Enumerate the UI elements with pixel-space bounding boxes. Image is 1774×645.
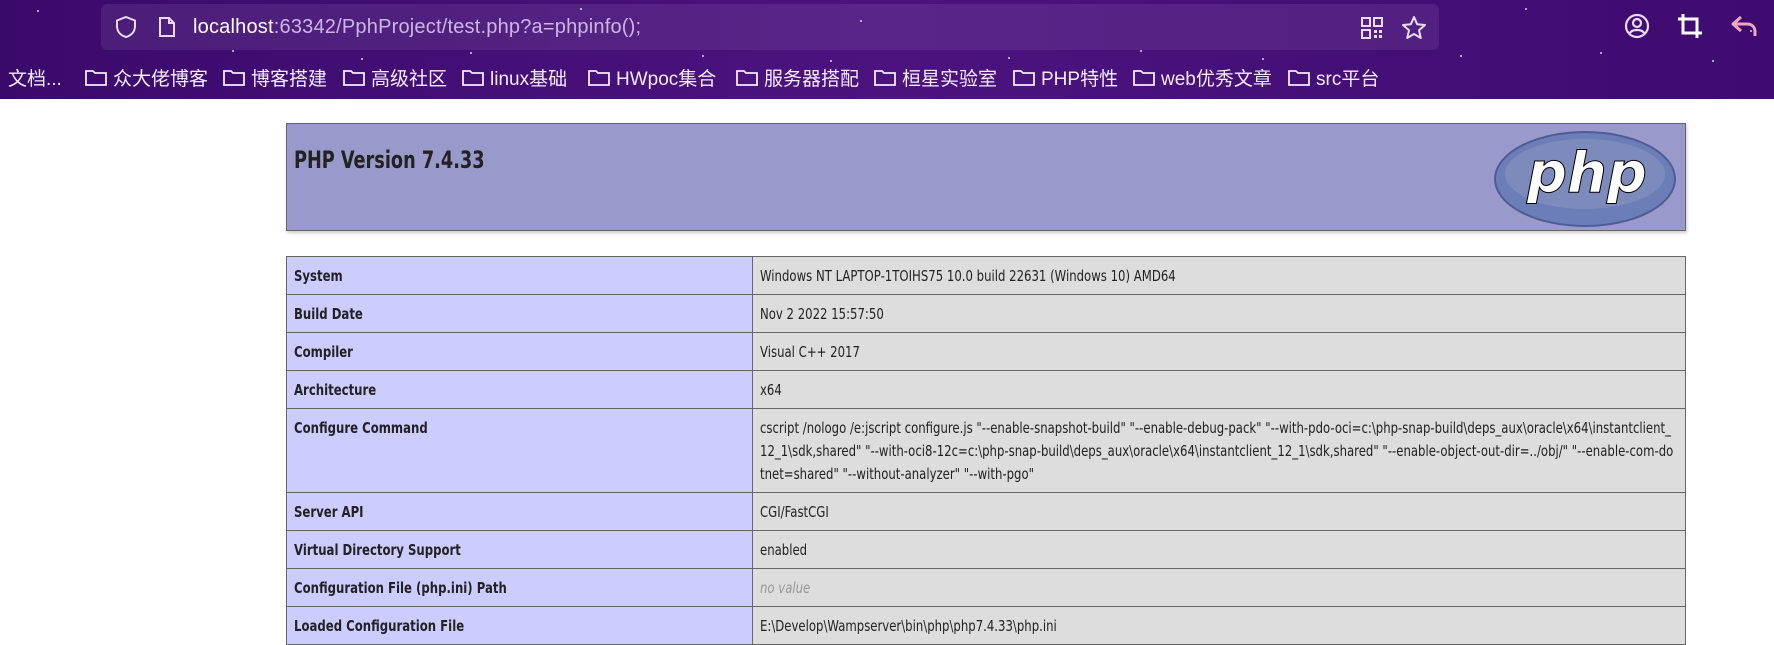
table-row: Server API CGI/FastCGI [286,492,1686,531]
row-value-cell: enabled [752,530,1686,569]
row-key: Server API [294,503,364,521]
bookmark-folder[interactable]: PHP特性 [1013,61,1118,93]
page-icon[interactable] [157,16,177,38]
row-key-cell: Configure Command [286,408,753,493]
row-value-cell: E:\Develop\Wampserver\bin\php\php7.4.33\… [752,606,1686,645]
bookmark-label: 博客搭建 [251,68,328,90]
table-row: Architecture x64 [286,370,1686,409]
row-value: enabled [760,541,808,559]
bookmark-folder[interactable]: 桓星实验室 [874,61,997,93]
row-key: Build Date [294,305,363,323]
row-value-cell: Visual C++ 2017 [752,332,1686,371]
row-key: Configure Command [294,419,428,437]
bookmark-folder[interactable]: web优秀文章 [1133,61,1272,93]
row-value: E:\Develop\Wampserver\bin\php\php7.4.33\… [760,617,1057,635]
bookmark-folder[interactable]: 博客搭建 [223,61,327,93]
bookmark-folder[interactable]: src平台 [1288,61,1379,93]
folder-icon [1133,70,1155,86]
row-value-cell: cscript /nologo /e:jscript configure.js … [752,408,1686,493]
row-key-cell: Compiler [286,332,753,371]
row-value: cscript /nologo /e:jscript configure.js … [760,419,1674,483]
url-text[interactable]: localhost:63342/PphProject/test.php?a=ph… [193,14,641,40]
url-host: localhost [193,16,274,38]
bookmark-folder[interactable]: 服务器搭配 [736,61,859,93]
phpinfo-table: System Windows NT LAPTOP-1TOIHS75 10.0 bu… [286,256,1686,645]
row-value: x64 [760,381,782,399]
phpinfo-header: PHP Version 7.4.33 php [286,123,1686,231]
folder-icon [1013,70,1035,86]
row-key: Virtual Directory Support [294,541,461,559]
row-key-cell: Build Date [286,294,753,333]
row-value: Visual C++ 2017 [760,343,860,361]
folder-icon [588,70,610,86]
row-value: Windows NT LAPTOP-1TOIHS75 10.0 build 22… [760,267,1176,285]
shield-icon[interactable] [115,15,137,39]
bookmark-label: linux基础 [490,68,568,90]
php-logo: php [1494,131,1676,227]
bookmark-label: HWpoc集合 [616,68,717,90]
row-value-cell: Windows NT LAPTOP-1TOIHS75 10.0 build 22… [752,256,1686,295]
browser-toolbar: localhost:63342/PphProject/test.php?a=ph… [0,0,1774,99]
folder-icon [462,70,484,86]
folder-icon [1288,70,1310,86]
bookmark-label: web优秀文章 [1161,68,1272,90]
bookmark-label: src平台 [1316,68,1380,90]
folder-icon [874,70,896,86]
bookmark-folder[interactable]: linux基础 [462,61,567,93]
bookmark-label: 高级社区 [371,68,448,90]
bookmark-folder[interactable]: 高级社区 [343,61,447,93]
php-logo-text: php [1526,141,1647,206]
folder-icon [343,70,365,86]
row-value: Nov 2 2022 15:57:50 [760,305,884,323]
row-key: System [294,267,343,285]
row-value-cell: Nov 2 2022 15:57:50 [752,294,1686,333]
row-key-cell: Server API [286,492,753,531]
bookmark-label: 桓星实验室 [902,68,998,90]
bookmark-item[interactable]: 文档... [8,61,62,93]
row-value-cell: x64 [752,370,1686,409]
bookmark-label: 服务器搭配 [764,68,860,90]
table-row: System Windows NT LAPTOP-1TOIHS75 10.0 bu… [286,256,1686,295]
row-value: no value [760,579,811,597]
table-row: Compiler Visual C++ 2017 [286,332,1686,371]
address-bar[interactable]: localhost:63342/PphProject/test.php?a=ph… [101,4,1439,50]
bookmark-label: PHP特性 [1041,68,1119,90]
row-key: Loaded Configuration File [294,617,465,635]
folder-icon [85,70,107,86]
bookmark-star-icon[interactable] [1401,15,1427,41]
row-key-cell: Virtual Directory Support [286,530,753,569]
bookmark-folder[interactable]: HWpoc集合 [588,61,716,93]
bookmark-label: 众大佬博客 [113,68,209,90]
row-key-cell: Loaded Configuration File [286,606,753,645]
bookmark-label: 文档... [8,68,62,90]
table-row: Build Date Nov 2 2022 15:57:50 [286,294,1686,333]
bookmark-folder[interactable]: 众大佬博客 [85,61,208,93]
row-key-cell: Architecture [286,370,753,409]
url-path: :63342/PphProject/test.php?a=phpinfo(); [273,16,642,38]
row-key-cell: System [286,256,753,295]
bookmarks-bar: 文档... 众大佬博客 博客搭建 高级社区 linux基础 HWpoc集合 服务… [0,61,1774,95]
page-title: PHP Version 7.4.33 [294,146,485,174]
table-row: Loaded Configuration File E:\Develop\Wamp… [286,606,1686,645]
row-key: Architecture [294,381,377,399]
folder-icon [736,70,758,86]
row-value-cell: no value [752,568,1686,607]
folder-icon [223,70,245,86]
row-value: CGI/FastCGI [760,503,829,521]
qr-code-icon[interactable] [1361,17,1383,39]
page-content: PHP Version 7.4.33 php System Windows NT … [0,99,1774,645]
row-key: Compiler [294,343,353,361]
row-key-cell: Configuration File (php.ini) Path [286,568,753,607]
account-icon[interactable] [1623,12,1651,40]
row-value-cell: CGI/FastCGI [752,492,1686,531]
crop-icon[interactable] [1676,12,1704,40]
table-row: Configure Command cscript /nologo /e:jscr… [286,408,1686,493]
table-row: Configuration File (php.ini) Path no valu… [286,568,1686,607]
table-row: Virtual Directory Support enabled [286,530,1686,569]
undo-arrow-icon[interactable] [1730,12,1758,40]
row-key: Configuration File (php.ini) Path [294,579,507,597]
